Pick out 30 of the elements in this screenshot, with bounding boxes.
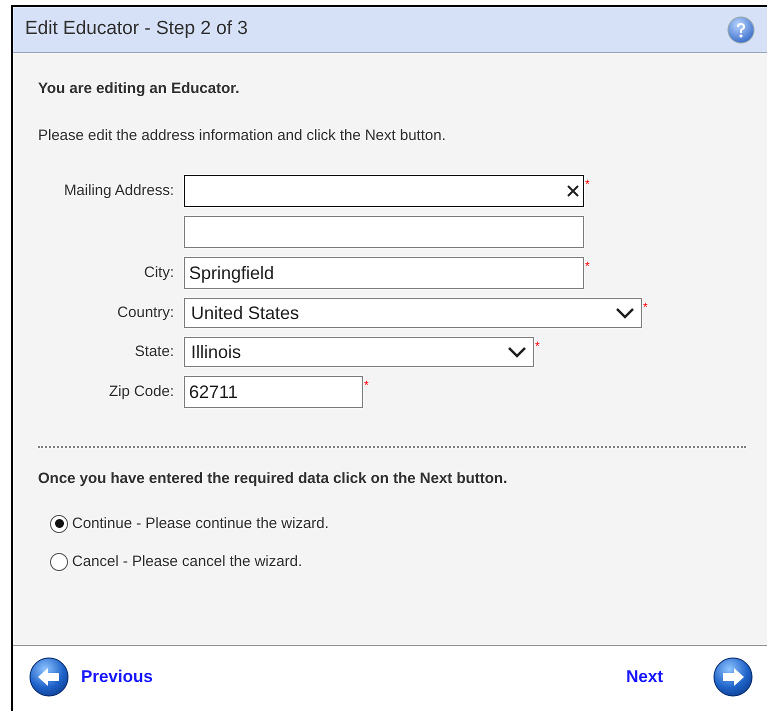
field-label: Zip Code: xyxy=(108,382,174,400)
chevron-down-icon xyxy=(615,307,635,319)
text-field[interactable] xyxy=(184,175,584,207)
required-marker: * xyxy=(643,299,648,316)
required-marker: * xyxy=(535,338,540,355)
radio-option[interactable]: Cancel - Please cancel the wizard. xyxy=(50,551,742,574)
form-heading: You are editing an Educator. xyxy=(38,79,240,99)
required-marker: * xyxy=(585,176,590,193)
text-field[interactable]: 62711 xyxy=(184,376,363,408)
text-field[interactable]: Springfield xyxy=(184,257,584,289)
chevron-down-icon xyxy=(507,346,527,358)
select-field[interactable]: Illinois xyxy=(184,337,534,367)
required-note: Once you have entered the required data click on the Next button. xyxy=(38,469,508,489)
required-marker: * xyxy=(585,258,590,275)
clear-icon[interactable] xyxy=(567,185,579,197)
required-marker: * xyxy=(364,377,369,394)
next-link[interactable]: Next xyxy=(626,664,663,690)
field-label: State: xyxy=(134,342,174,360)
radio-button[interactable] xyxy=(50,553,68,572)
radio-button[interactable] xyxy=(50,514,68,533)
text-field[interactable] xyxy=(184,216,584,248)
instruction-text: Please edit the address information and click the Next button. xyxy=(38,126,447,146)
help-icon[interactable] xyxy=(727,16,755,44)
field-label: City: xyxy=(144,264,174,281)
field-label: Country: xyxy=(117,304,174,321)
radio-option[interactable]: Continue - Please continue the wizard. xyxy=(50,512,742,535)
window-title: Edit Educator - Step 2 of 3 xyxy=(25,17,248,42)
previous-link[interactable]: Previous xyxy=(81,664,153,690)
select-field[interactable]: United States xyxy=(184,298,642,328)
field-label: Mailing Address: xyxy=(64,182,174,199)
